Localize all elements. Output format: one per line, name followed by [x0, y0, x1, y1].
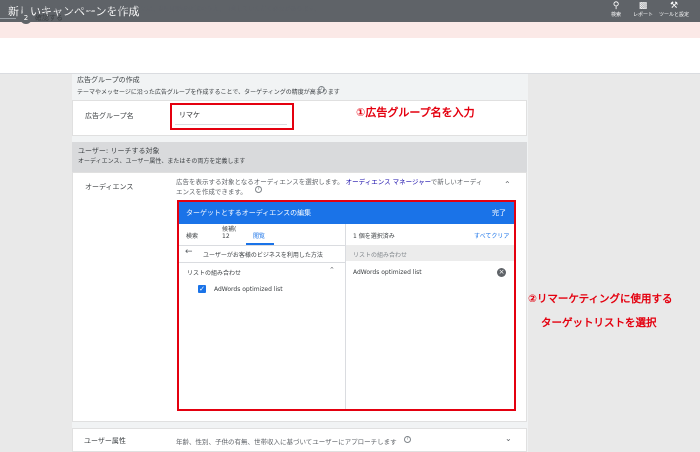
search-tool-button[interactable]: ⚲ 検索: [603, 0, 629, 22]
audiences-description-line2: エンスを作成できます。: [176, 188, 247, 196]
annotation-step1: ①広告グループ名を入力: [356, 106, 475, 119]
help-icon[interactable]: ?: [404, 436, 411, 443]
chevron-up-icon[interactable]: ⌃: [504, 180, 511, 189]
help-icon[interactable]: ?: [255, 186, 262, 193]
audience-section-title: ユーザー: リーチする対象: [78, 147, 160, 155]
audience-manager-link[interactable]: オーディエンス マネージャー: [346, 178, 431, 186]
annotation-highlight-box: [177, 200, 516, 411]
annotation-step2-line2: ターゲットリストを選択: [541, 317, 657, 329]
report-tool-button[interactable]: ▩ レポート: [630, 0, 656, 22]
audiences-desc-part1: 広告を表示する対象となるオーディエンスを選択します。: [176, 178, 344, 186]
annotation-step2-line1: ②リマーケティングに使用する: [528, 293, 673, 305]
terms-notice-text: …引き続き Google 広告 を利用して広告を掲載するには、利用規約を確認のう…: [0, 6, 320, 13]
ad-group-name-label: 広告グループ名: [85, 112, 134, 120]
tools-settings-button[interactable]: ⚒ ツールと設定: [659, 0, 689, 22]
ad-group-description: テーマやメッセージに沿った広告グループを作成することで、ターゲティングの精度が高…: [77, 89, 340, 96]
step-bar: [0, 38, 700, 74]
audience-section-subtitle: オーディエンス、ユーザー属性、またはその両方を定義します: [78, 158, 246, 165]
tools-settings-label: ツールと設定: [659, 12, 690, 18]
ad-group-section-title: 広告グループの作成: [77, 76, 140, 84]
wrench-icon: ⚒: [669, 1, 679, 11]
user-attributes-label: ユーザー属性: [84, 437, 126, 445]
help-icon[interactable]: ?: [318, 86, 325, 93]
step-number-badge: 2: [20, 12, 32, 24]
search-tool-label: 検索: [610, 12, 621, 18]
user-attributes-description: 年齢、性別、子供の有無、世帯収入に基づいてユーザーにアプローチします: [176, 438, 397, 446]
step-label[interactable]: 確認する: [35, 13, 63, 23]
annotation-highlight-box: [170, 103, 294, 130]
audiences-desc-part2: で新しいオーディ: [430, 178, 483, 186]
search-icon: ⚲: [612, 1, 620, 11]
audiences-label: オーディエンス: [85, 183, 134, 191]
terms-notice-bar: [0, 22, 700, 38]
report-icon: ▩: [638, 1, 648, 11]
step-connector: [0, 18, 16, 19]
audiences-description: 広告を表示する対象となるオーディエンスを選択します。 オーディエンス マネージャ…: [176, 176, 482, 186]
chevron-down-icon[interactable]: ⌄: [505, 434, 512, 443]
report-tool-label: レポート: [632, 12, 653, 18]
